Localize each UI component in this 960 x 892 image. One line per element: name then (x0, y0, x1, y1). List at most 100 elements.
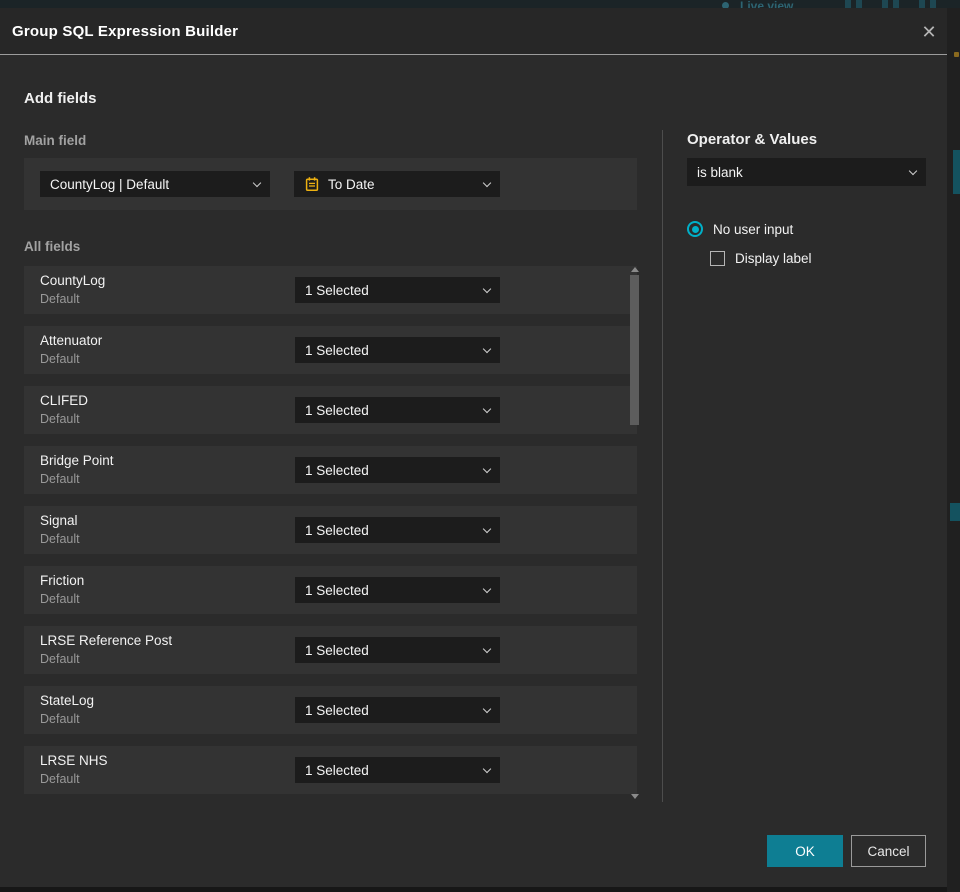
operator-dropdown[interactable]: is blank (687, 158, 926, 186)
field-source-label: Default (40, 292, 80, 306)
field-name: LRSE NHS (40, 753, 108, 768)
field-source-label: Default (40, 352, 80, 366)
background-app-strip: Live view (0, 0, 960, 8)
main-field-type-dropdown[interactable]: To Date (294, 171, 500, 197)
chevron-down-icon (482, 644, 492, 653)
chevron-down-icon (482, 464, 492, 473)
field-source-label: Default (40, 412, 80, 426)
background-toolbar-icon (919, 0, 925, 8)
background-app-bottom (0, 887, 947, 892)
all-fields-list: CountyLog Default 1 Selected Attenuator … (24, 266, 637, 806)
chevron-down-icon (252, 178, 262, 187)
main-field-dropdown-value: CountyLog | Default (50, 176, 170, 192)
main-field-type-value: To Date (328, 176, 375, 192)
field-name: StateLog (40, 693, 95, 708)
chevron-down-icon (482, 524, 492, 533)
field-name: CLIFED (40, 393, 89, 408)
field-selection-dropdown[interactable]: 1 Selected (295, 337, 500, 363)
chevron-down-icon (482, 704, 492, 713)
cancel-button[interactable]: Cancel (851, 835, 926, 867)
background-accent-sliver (950, 503, 960, 521)
field-selection-dropdown[interactable]: 1 Selected (295, 637, 500, 663)
chevron-down-icon (482, 178, 492, 187)
field-selection-value: 1 Selected (305, 342, 369, 358)
dialog-title: Group SQL Expression Builder (12, 23, 239, 40)
field-selection-dropdown[interactable]: 1 Selected (295, 457, 500, 483)
field-selection-value: 1 Selected (305, 582, 369, 598)
field-row: LRSE NHS Default 1 Selected (24, 746, 637, 794)
field-row: Bridge Point Default 1 Selected (24, 446, 637, 494)
field-selection-dropdown[interactable]: 1 Selected (295, 697, 500, 723)
field-selection-value: 1 Selected (305, 762, 369, 778)
background-app-edge (947, 8, 960, 892)
field-selection-value: 1 Selected (305, 702, 369, 718)
scrollbar-down-arrow[interactable] (631, 794, 639, 799)
chevron-down-icon (482, 764, 492, 773)
radio-dot (691, 225, 699, 233)
add-fields-heading: Add fields (24, 90, 97, 107)
field-source-label: Default (40, 472, 80, 486)
dialog-titlebar: Group SQL Expression Builder ✕ (0, 8, 947, 55)
chevron-down-icon (482, 284, 492, 293)
chevron-down-icon (482, 584, 492, 593)
radio-selected-icon (687, 221, 703, 237)
field-source-label: Default (40, 652, 80, 666)
field-row: LRSE Reference Post Default 1 Selected (24, 626, 637, 674)
field-selection-dropdown[interactable]: 1 Selected (295, 397, 500, 423)
field-source-label: Default (40, 592, 80, 606)
background-toolbar-icon (845, 0, 851, 8)
display-label-label: Display label (735, 251, 812, 266)
calendar-icon (304, 176, 320, 192)
chevron-down-icon (482, 404, 492, 413)
background-toolbar-icon (856, 0, 862, 8)
field-row: StateLog Default 1 Selected (24, 686, 637, 734)
field-name: Bridge Point (40, 453, 114, 468)
display-label-checkbox[interactable]: Display label (710, 251, 812, 266)
main-field-dropdown[interactable]: CountyLog | Default (40, 171, 270, 197)
field-source-label: Default (40, 712, 80, 726)
panel-divider (662, 130, 663, 802)
field-row: Friction Default 1 Selected (24, 566, 637, 614)
field-selection-dropdown[interactable]: 1 Selected (295, 277, 500, 303)
live-view-label: Live view (740, 0, 794, 8)
background-artifact-dot (954, 52, 959, 57)
field-selection-value: 1 Selected (305, 282, 369, 298)
close-icon[interactable]: ✕ (917, 20, 941, 44)
field-name: Friction (40, 573, 85, 588)
operator-dropdown-value: is blank (697, 164, 743, 180)
field-name: LRSE Reference Post (40, 633, 173, 648)
background-toolbar-icon (893, 0, 899, 8)
checkbox-unchecked-icon (710, 251, 725, 266)
main-field-label: Main field (24, 133, 87, 148)
main-field-container: CountyLog | Default To Date (24, 158, 637, 210)
group-sql-expression-builder-dialog: Group SQL Expression Builder ✕ Add field… (0, 8, 947, 887)
scrollbar-thumb[interactable] (630, 275, 639, 425)
no-user-input-label: No user input (713, 221, 794, 237)
field-selection-value: 1 Selected (305, 462, 369, 478)
field-selection-value: 1 Selected (305, 522, 369, 538)
field-row: Signal Default 1 Selected (24, 506, 637, 554)
background-toolbar-icon (882, 0, 888, 8)
field-name: Attenuator (40, 333, 103, 348)
chevron-down-icon (908, 166, 918, 175)
field-selection-dropdown[interactable]: 1 Selected (295, 517, 500, 543)
field-selection-value: 1 Selected (305, 642, 369, 658)
all-fields-label: All fields (24, 239, 81, 254)
field-source-label: Default (40, 772, 80, 786)
field-selection-dropdown[interactable]: 1 Selected (295, 577, 500, 603)
operator-values-heading: Operator & Values (687, 131, 818, 148)
background-toolbar-icon (930, 0, 936, 8)
field-selection-dropdown[interactable]: 1 Selected (295, 757, 500, 783)
field-row: CLIFED Default 1 Selected (24, 386, 637, 434)
field-name: CountyLog (40, 273, 106, 288)
field-source-label: Default (40, 532, 80, 546)
field-selection-value: 1 Selected (305, 402, 369, 418)
scrollbar-up-arrow[interactable] (631, 267, 639, 272)
chevron-down-icon (482, 344, 492, 353)
field-row: CountyLog Default 1 Selected (24, 266, 637, 314)
background-accent-sliver (953, 150, 960, 194)
no-user-input-radio[interactable]: No user input (687, 221, 793, 237)
field-name: Signal (40, 513, 78, 528)
field-row: Attenuator Default 1 Selected (24, 326, 637, 374)
ok-button[interactable]: OK (767, 835, 843, 867)
